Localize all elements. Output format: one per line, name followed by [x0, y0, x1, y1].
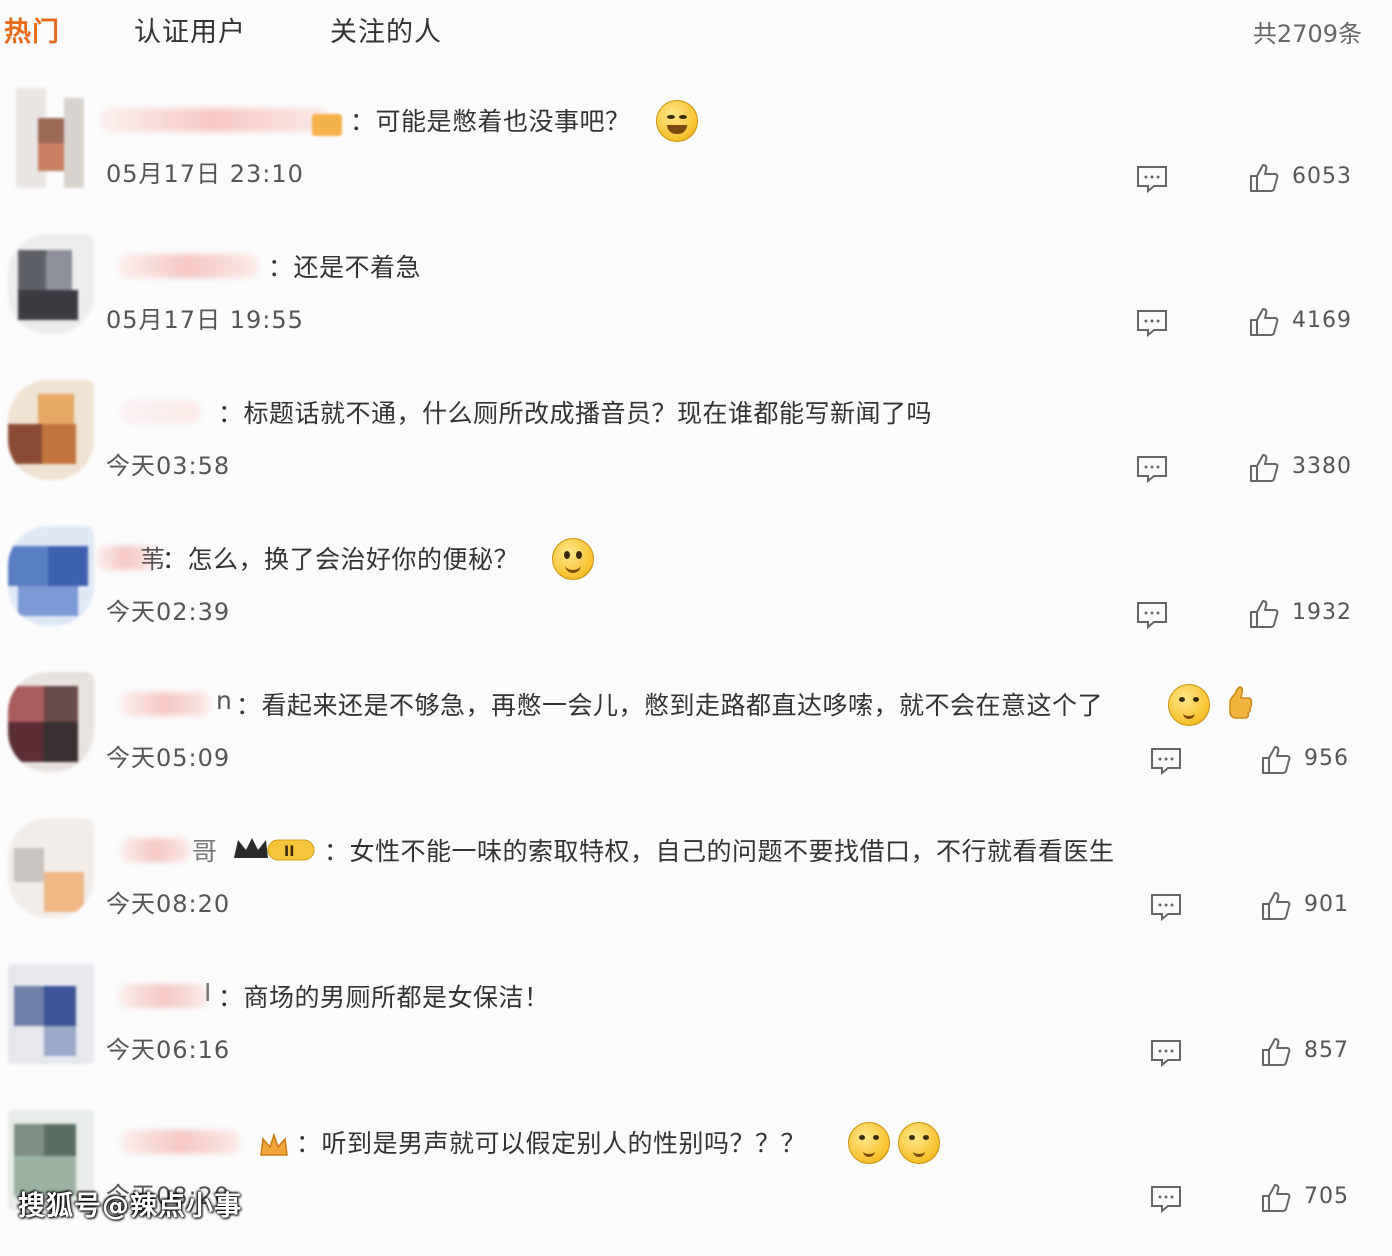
comment-text: ：女性不能一味的索取特权，自己的问题不要找借口，不行就看看医生: [324, 837, 1115, 866]
comment-item: ：还是不着急 05月17日 19:55 4169: [0, 234, 1392, 380]
thumbs-up-icon: [1262, 892, 1291, 920]
tab-hot[interactable]: 热门: [4, 10, 60, 49]
thumbs-up-icon: [1262, 1184, 1291, 1212]
vip-badge: [312, 114, 342, 136]
source-watermark: 搜狐号@辣点小事: [18, 1191, 242, 1222]
thumbs-up-icon: [1250, 600, 1279, 628]
like-count: 4169: [1292, 308, 1352, 333]
comment-text: ：可能是憋着也没事吧？: [350, 107, 631, 136]
comment-time: 今天06:16: [106, 1036, 231, 1064]
reply-icon[interactable]: [1136, 164, 1168, 194]
crown-badge: [260, 1132, 288, 1156]
thumbs-up-icon: [1250, 454, 1279, 482]
avatar[interactable]: [8, 526, 94, 626]
comment-text: ：商场的男厕所都是女保洁！: [218, 983, 550, 1012]
comment-item: ：标题话就不通，什么厕所改成播音员？现在谁都能写新闻了吗 今天03:58 338…: [0, 380, 1392, 526]
comment-item: ：可能是憋着也没事吧？ 05月17日 23:10 6053: [0, 88, 1392, 234]
username-blurred[interactable]: [120, 400, 200, 424]
reply-icon[interactable]: [1136, 600, 1168, 630]
comment-item: I ：商场的男厕所都是女保洁！ 今天06:16 857: [0, 964, 1392, 1110]
comment-time: 今天03:58: [106, 452, 231, 480]
username-fragment[interactable]: 哥: [192, 832, 218, 868]
comment-item: n ：看起来还是不够急，再憋一会儿，憋到走路都直达哆嗦，就不会在意这个了 今天0…: [0, 672, 1392, 818]
comment-text: ：怎么，换了会治好你的便秘？: [162, 545, 520, 574]
smile-emoji: [552, 538, 594, 580]
avatar[interactable]: [8, 234, 94, 334]
comment-time: 今天05:09: [106, 744, 231, 772]
avatar[interactable]: [8, 380, 94, 480]
comment-item: 哥 II ：女性不能一味的索取特权，自己的问题不要找借口，不行就看看医生 今天0…: [0, 818, 1392, 964]
username-blurred[interactable]: [120, 692, 210, 716]
avatar[interactable]: [8, 818, 94, 918]
comment-time: 05月17日 23:10: [106, 160, 304, 188]
crown-level-badge: II: [234, 838, 315, 861]
like-count: 1932: [1292, 600, 1352, 625]
thumbs-up-icon: [1262, 1038, 1291, 1066]
avatar[interactable]: [8, 672, 94, 772]
doge-emoji: [898, 1122, 940, 1164]
like-count: 6053: [1292, 164, 1352, 189]
comment-text: ：听到是男声就可以假定别人的性别吗？？？: [296, 1129, 807, 1158]
avatar[interactable]: [8, 964, 94, 1064]
comment-total-count: 共2709条: [1252, 20, 1362, 48]
comment-text: ：看起来还是不够急，再憋一会儿，憋到走路都直达哆嗦，就不会在意这个了: [236, 691, 1104, 720]
thumbs-up-emoji: [1229, 686, 1253, 719]
laugh-cry-emoji: [656, 100, 698, 142]
reply-icon[interactable]: [1136, 308, 1168, 338]
like-count: 705: [1304, 1184, 1349, 1209]
svg-text:II: II: [284, 844, 294, 860]
comment-time: 今天08:20: [106, 890, 231, 918]
thumbs-up-icon: [1250, 164, 1279, 192]
like-count: 3380: [1292, 454, 1352, 479]
username-blurred[interactable]: [118, 254, 258, 278]
tab-verified-users[interactable]: 认证用户: [134, 10, 246, 49]
thumbs-up-icon: [1262, 746, 1291, 774]
username-blurred[interactable]: [120, 1130, 240, 1154]
tab-following[interactable]: 关注的人: [330, 10, 442, 49]
reply-icon[interactable]: [1136, 454, 1168, 484]
doge-emoji: [848, 1122, 890, 1164]
username-blurred[interactable]: [118, 984, 208, 1008]
like-count: 857: [1304, 1038, 1349, 1063]
comment-text: ：标题话就不通，什么厕所改成播音员？现在谁都能写新闻了吗: [218, 399, 933, 428]
avatar[interactable]: [8, 88, 94, 188]
reply-icon[interactable]: [1150, 1184, 1182, 1214]
thumbs-up-icon: [1250, 308, 1279, 336]
comment-item: ：听到是男声就可以假定别人的性别吗？？？ 今天08:20 705: [0, 1110, 1392, 1256]
username-blurred[interactable]: [120, 838, 190, 862]
comment-item: 苇 ：怎么，换了会治好你的便秘？ 今天02:39 1932: [0, 526, 1392, 672]
username-blurred[interactable]: [100, 108, 330, 132]
username-fragment[interactable]: I: [204, 978, 212, 1007]
comment-tabs: 热门 认证用户 关注的人 共2709条: [0, 0, 1392, 62]
reply-icon[interactable]: [1150, 1038, 1182, 1068]
reply-icon[interactable]: [1150, 892, 1182, 922]
like-count: 901: [1304, 892, 1349, 917]
comment-time: 05月17日 19:55: [106, 306, 304, 334]
like-count: 956: [1304, 746, 1349, 771]
comment-text: ：还是不着急: [268, 253, 422, 282]
doge-emoji: [1168, 684, 1210, 726]
comment-time: 今天02:39: [106, 598, 231, 626]
reply-icon[interactable]: [1150, 746, 1182, 776]
username-fragment[interactable]: n: [216, 686, 232, 715]
